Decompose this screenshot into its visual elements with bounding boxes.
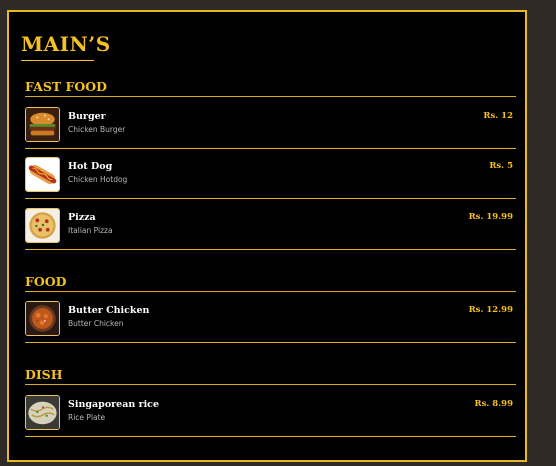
item-price-hotdog: Rs. 5 (489, 161, 513, 171)
item-divider (25, 148, 516, 149)
item-description-burger: Chicken Burger (68, 125, 126, 134)
pizza-icon (25, 208, 60, 243)
item-description-hotdog: Chicken Hotdog (68, 175, 128, 184)
menu-card: MAIN’S FAST FOOD Burger Chicken Burger R… (7, 10, 527, 462)
item-name-hotdog: Hot Dog (68, 161, 113, 172)
section-divider (25, 384, 516, 385)
item-price-butter-chicken: Rs. 12.99 (468, 305, 513, 315)
menu-title: MAIN’S (21, 32, 111, 56)
title-underline (21, 60, 94, 61)
section-title-food: FOOD (25, 274, 67, 289)
section-divider (25, 96, 516, 97)
rice-plate-icon (25, 395, 60, 430)
item-name-butter-chicken: Butter Chicken (68, 305, 150, 316)
item-price-burger: Rs. 12 (483, 111, 513, 121)
item-price-singaporean-rice: Rs. 8.99 (474, 399, 513, 409)
item-description-pizza: Italian Pizza (68, 226, 113, 235)
section-title-fast-food: FAST FOOD (25, 79, 108, 94)
burger-icon (25, 107, 60, 142)
hotdog-icon (25, 157, 60, 192)
item-name-pizza: Pizza (68, 212, 96, 223)
item-price-pizza: Rs. 19.99 (468, 212, 513, 222)
butter-chicken-icon (25, 301, 60, 336)
item-description-singaporean-rice: Rice Plate (68, 413, 106, 422)
item-divider (25, 198, 516, 199)
item-divider (25, 249, 516, 250)
section-title-dish: DISH (25, 367, 63, 382)
item-description-butter-chicken: Butter Chicken (68, 319, 124, 328)
item-divider (25, 342, 516, 343)
item-divider (25, 436, 516, 437)
item-name-singaporean-rice: Singaporean rice (68, 399, 160, 410)
section-divider (25, 291, 516, 292)
item-name-burger: Burger (68, 111, 106, 122)
